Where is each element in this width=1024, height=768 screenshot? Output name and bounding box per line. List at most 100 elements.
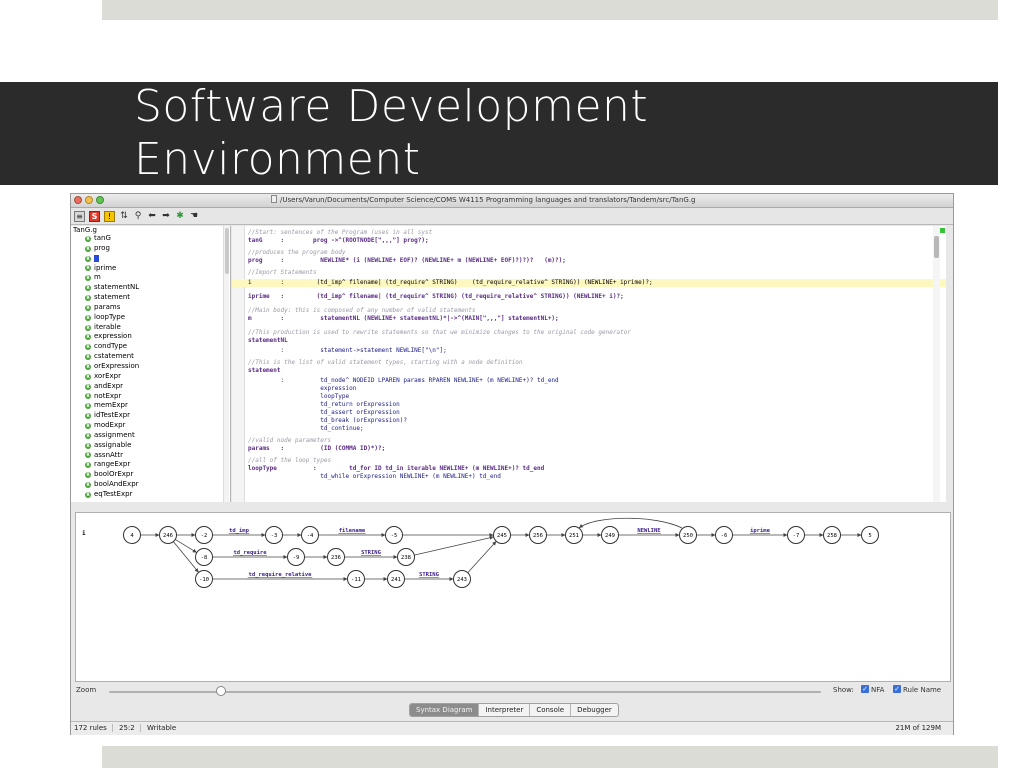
tree-item[interactable]: Riprime: [71, 264, 230, 274]
code-line[interactable]: iprime : (td_imp^ filename| (td_require^…: [248, 293, 624, 301]
tree-item[interactable]: RloopType: [71, 313, 230, 323]
diagram-node[interactable]: -5: [385, 526, 403, 544]
editor-scroll-thumb[interactable]: [934, 236, 939, 258]
forward-arrow-icon[interactable]: ➡: [161, 211, 171, 221]
tab-interpreter[interactable]: Interpreter: [479, 704, 531, 716]
minimize-window-button[interactable]: [85, 196, 93, 204]
code-line[interactable]: //Main body: this is composed of any num…: [248, 307, 476, 315]
code-line[interactable]: statement: [248, 367, 281, 375]
diagram-node[interactable]: 5: [861, 526, 879, 544]
tree-item[interactable]: ReqTestExpr: [71, 490, 230, 500]
diagram-node[interactable]: 236: [327, 548, 345, 566]
diagram-node[interactable]: 250: [679, 526, 697, 544]
tree-item[interactable]: RstatementNL: [71, 283, 230, 293]
nfa-checkbox[interactable]: ✓: [861, 685, 869, 693]
tree-item[interactable]: Rassignment: [71, 431, 230, 441]
hand-icon[interactable]: ☚: [189, 211, 199, 221]
code-line[interactable]: //Import Statements: [248, 269, 317, 277]
diagram-node[interactable]: -9: [287, 548, 305, 566]
code-line[interactable]: //all of the loop types: [248, 457, 331, 465]
tree-item[interactable]: Rcstatement: [71, 352, 230, 362]
close-window-button[interactable]: [74, 196, 82, 204]
tree-item[interactable]: Rstatement: [71, 293, 230, 303]
code-line[interactable]: : statement->statement NEWLINE["\n"];: [248, 347, 447, 355]
diagram-node[interactable]: 241: [387, 570, 405, 588]
code-line[interactable]: td_break (orExpression)?: [248, 417, 407, 425]
tree-item[interactable]: Rprog: [71, 244, 230, 254]
search-icon[interactable]: ⚲: [133, 211, 143, 221]
code-line[interactable]: td_continue;: [248, 425, 363, 433]
tree-scrollbar[interactable]: [223, 226, 229, 502]
code-line[interactable]: //Start: sentences of the Program (uses …: [248, 229, 432, 237]
diagram-node[interactable]: 245: [493, 526, 511, 544]
diagram-node[interactable]: 238: [397, 548, 415, 566]
debug-icon[interactable]: ✱: [175, 211, 185, 221]
sort-icon[interactable]: ⇅: [119, 211, 129, 221]
diagram-node[interactable]: 4: [123, 526, 141, 544]
code-line[interactable]: td_assert orExpression: [248, 409, 399, 417]
diagram-node[interactable]: -7: [787, 526, 805, 544]
code-line[interactable]: tanG : prog ->^(ROOTNODE[",,,"] prog?);: [248, 237, 429, 245]
code-line[interactable]: td_while orExpression NEWLINE+ (m NEWLIN…: [248, 473, 501, 481]
code-line[interactable]: //produces the program body: [248, 249, 346, 257]
tree-item[interactable]: RnotExpr: [71, 392, 230, 402]
diagram-node[interactable]: 251: [565, 526, 583, 544]
tree-item[interactable]: RrangeExpr: [71, 460, 230, 470]
tab-syntax-diagram[interactable]: Syntax Diagram: [410, 704, 480, 716]
diagram-node[interactable]: -4: [301, 526, 319, 544]
grammar-icon[interactable]: ≡: [74, 210, 85, 222]
diagram-node[interactable]: -11: [347, 570, 365, 588]
code-line[interactable]: statementNL: [248, 337, 288, 345]
save-icon[interactable]: S: [89, 210, 100, 222]
code-line[interactable]: i : (td_imp^ filename| (td_require^ STRI…: [232, 279, 946, 287]
tree-item[interactable]: R: [71, 254, 230, 264]
diagram-node[interactable]: 243: [453, 570, 471, 588]
code-line[interactable]: m : statementNL (NEWLINE+ statementNL)*|…: [248, 315, 559, 323]
tree-item[interactable]: Rparams: [71, 303, 230, 313]
diagram-node[interactable]: -10: [195, 570, 213, 588]
code-line[interactable]: expression: [248, 385, 356, 393]
diagram-node[interactable]: 256: [529, 526, 547, 544]
back-arrow-icon[interactable]: ⬅: [147, 211, 157, 221]
warning-icon[interactable]: !: [104, 210, 115, 222]
tree-scroll-thumb[interactable]: [225, 228, 229, 274]
tree-item[interactable]: RboolAndExpr: [71, 480, 230, 490]
tree-item[interactable]: Rm: [71, 273, 230, 283]
tree-item[interactable]: RtanG: [71, 234, 230, 244]
code-line[interactable]: loopType: [248, 393, 349, 401]
zoom-slider-knob[interactable]: [215, 686, 226, 696]
tree-item[interactable]: Riterable: [71, 323, 230, 333]
tree-item[interactable]: RandExpr: [71, 382, 230, 392]
diagram-node[interactable]: -6: [715, 526, 733, 544]
tree-item[interactable]: RboolOrExpr: [71, 470, 230, 480]
rule-name-checkbox[interactable]: ✓: [893, 685, 901, 693]
zoom-window-button[interactable]: [96, 196, 104, 204]
tab-debugger[interactable]: Debugger: [571, 704, 618, 716]
tree-root[interactable]: TanG.g: [71, 226, 230, 234]
tree-item[interactable]: RorExpression: [71, 362, 230, 372]
diagram-node[interactable]: -8: [195, 548, 213, 566]
tree-item[interactable]: RidTestExpr: [71, 411, 230, 421]
tree-item[interactable]: RcondType: [71, 342, 230, 352]
editor-scrollbar[interactable]: [933, 226, 940, 502]
tab-console[interactable]: Console: [530, 704, 572, 716]
tree-item[interactable]: RassnAttr: [71, 451, 230, 461]
diagram-node[interactable]: -3: [265, 526, 283, 544]
diagram-node[interactable]: 258: [823, 526, 841, 544]
tree-item[interactable]: RxorExpr: [71, 372, 230, 382]
tree-item[interactable]: RmodExpr: [71, 421, 230, 431]
tree-item[interactable]: RmemExpr: [71, 401, 230, 411]
code-line[interactable]: loopType : td_for ID td_in iterable NEWL…: [248, 465, 544, 473]
code-line[interactable]: //valid node parameters: [248, 437, 331, 445]
tree-item[interactable]: Rassignable: [71, 441, 230, 451]
code-line[interactable]: //This production is used to rewrite sta…: [248, 329, 631, 337]
code-line[interactable]: : td_node^ NODEID LPAREN params RPAREN N…: [248, 377, 559, 385]
code-line[interactable]: td_return orExpression: [248, 401, 399, 409]
code-line[interactable]: params : (ID (COMMA ID)*)?;: [248, 445, 385, 453]
diagram-node[interactable]: 249: [601, 526, 619, 544]
code-editor[interactable]: //Start: sentences of the Program (uses …: [232, 226, 946, 502]
tree-item[interactable]: Rexpression: [71, 332, 230, 342]
diagram-node[interactable]: 246: [159, 526, 177, 544]
code-line[interactable]: prog : NEWLINE* (i (NEWLINE+ EOF)? (NEWL…: [248, 257, 566, 265]
code-line[interactable]: //This is the list of valid statement ty…: [248, 359, 523, 367]
